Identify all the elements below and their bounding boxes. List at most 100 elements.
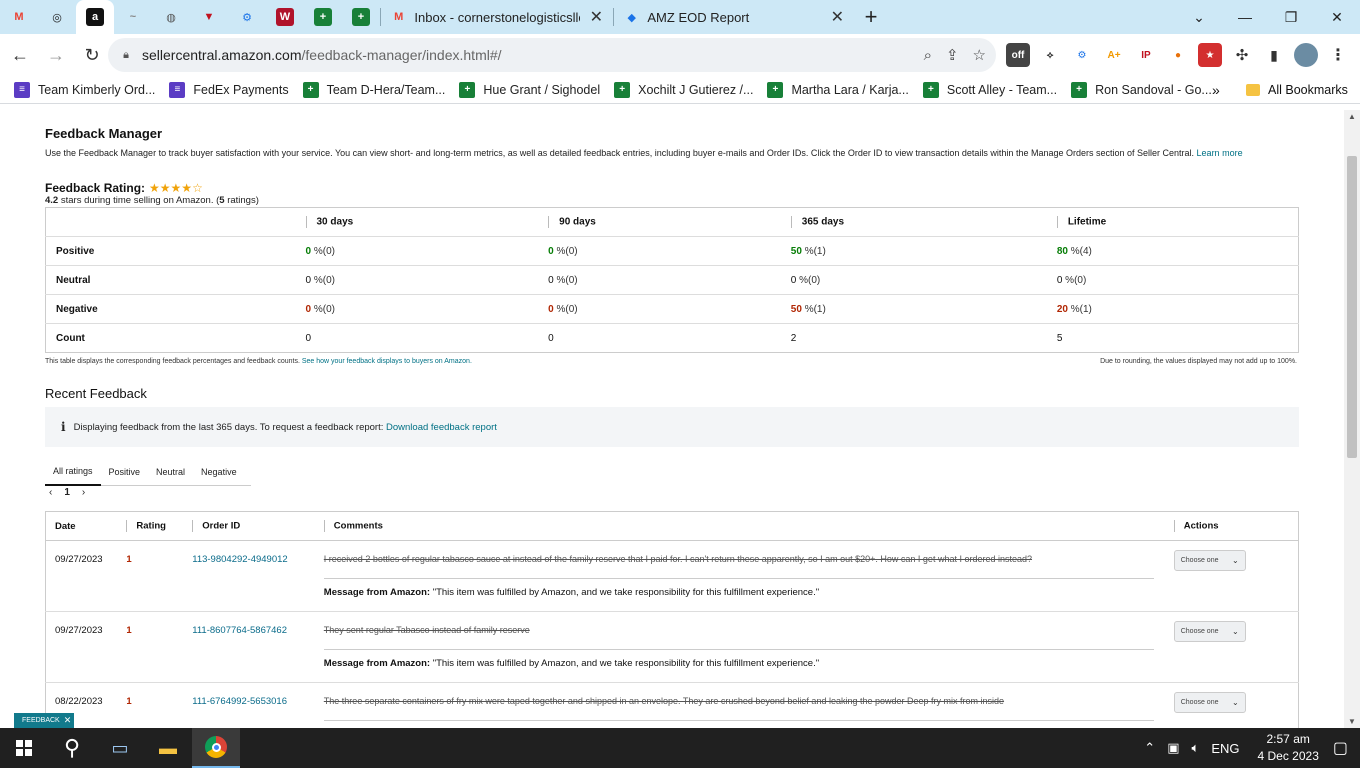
close-tab-icon[interactable]: ✕ bbox=[831, 7, 844, 27]
pinned-tab-chatgpt[interactable]: ◎ bbox=[38, 0, 76, 34]
chevron-up-icon[interactable]: ⌃ bbox=[1144, 740, 1155, 756]
language-indicator[interactable]: ENG bbox=[1211, 741, 1239, 756]
bookmark-item[interactable]: + Hue Grant / Sighodel bbox=[459, 81, 600, 98]
restore-button[interactable]: ❐ bbox=[1268, 0, 1314, 34]
address-bar[interactable]: 🔒︎ sellercentral.amazon.com/feedback-man… bbox=[108, 38, 996, 72]
order-id-link[interactable]: 111-8607764-5867462 bbox=[192, 625, 287, 636]
page-scrollbar[interactable]: ▲ ▼ bbox=[1344, 110, 1360, 728]
feedback-rating-cell: 1 bbox=[117, 540, 184, 612]
reload-icon[interactable]: ↻ bbox=[76, 39, 108, 71]
rating-label: Feedback Rating: bbox=[45, 181, 146, 195]
amazon-message: Message from Amazon: "This item was fulf… bbox=[323, 578, 1154, 598]
filter-tab-neutral[interactable]: Neutral bbox=[148, 458, 193, 486]
learn-more-link[interactable]: Learn more bbox=[1197, 148, 1243, 158]
pinned-tab-signature[interactable]: ~ bbox=[114, 0, 152, 34]
feedback-date: 09/27/2023 bbox=[45, 540, 118, 612]
download-feedback-report-link[interactable]: Download feedback report bbox=[386, 422, 497, 433]
tab-gmail-inbox[interactable]: M Inbox - cornerstonelogisticsllc20 ✕ bbox=[381, 0, 613, 34]
firefox-like-extension-icon[interactable]: ● bbox=[1166, 43, 1190, 67]
scrollbar-thumb[interactable] bbox=[1347, 156, 1357, 458]
zoom-icon[interactable]: ⌕ bbox=[924, 47, 932, 64]
pinned-tab-ww[interactable]: W bbox=[266, 0, 304, 34]
back-arrow-icon[interactable]: ← bbox=[4, 39, 36, 71]
pinned-tab-sheets-2[interactable]: + bbox=[342, 0, 380, 34]
desktop-app-icon[interactable]: ▭ bbox=[96, 728, 144, 768]
side-panel-icon[interactable]: ▮ bbox=[1262, 43, 1286, 67]
feedback-column-header: Comments bbox=[314, 511, 1165, 541]
order-id-cell: 111-8607764-5867462 bbox=[183, 611, 315, 683]
tab-search-icon[interactable]: ⌄ bbox=[1176, 0, 1222, 34]
pinned-tab-triangle[interactable]: ▼ bbox=[190, 0, 228, 34]
order-id-link[interactable]: 111-6764992-5653016 bbox=[192, 696, 287, 707]
pinned-tab-amazon[interactable]: a bbox=[76, 0, 114, 34]
scroll-down-icon[interactable]: ▼ bbox=[1348, 717, 1356, 726]
puzzle-extensions-icon[interactable]: ✣ bbox=[1230, 43, 1254, 67]
order-id-link[interactable]: 113-9804292-4949012 bbox=[192, 554, 287, 565]
pinned-tab-globe[interactable]: ◍ bbox=[152, 0, 190, 34]
bookmark-item[interactable]: + Scott Alley - Team... bbox=[922, 81, 1057, 98]
rating-filter-tabs: All ratings Positive Neutral Negative bbox=[45, 458, 251, 486]
action-select[interactable]: Choose one ⌄ bbox=[1173, 621, 1246, 642]
ip-alert-extension-icon[interactable]: IP bbox=[1134, 43, 1158, 67]
metrics-cell: 0 %(0) bbox=[538, 236, 781, 266]
forward-arrow-icon[interactable]: → bbox=[40, 39, 72, 71]
network-extension-icon[interactable]: ⚙ bbox=[1070, 43, 1094, 67]
metric-unit: % bbox=[313, 274, 323, 286]
bookmark-item[interactable]: + Martha Lara / Karja... bbox=[767, 81, 909, 98]
coupon-extension-icon[interactable]: off bbox=[1006, 43, 1030, 67]
bookmark-item[interactable]: + Xochilt J Gutierez /... bbox=[614, 81, 753, 98]
lock-icon[interactable]: 🔒︎ bbox=[120, 48, 132, 62]
metrics-column-label: 90 days bbox=[559, 216, 596, 228]
tab-strip: M ◎ a ~ ◍ ▼ ⚙ W + + M Inbox - cornerstonelogistic… bbox=[0, 0, 1360, 34]
clock[interactable]: 2:57 am 4 Dec 2023 bbox=[1257, 731, 1318, 765]
pinned-tab-gmail[interactable]: M bbox=[0, 0, 38, 34]
pinned-tab-sheets-1[interactable]: + bbox=[304, 0, 342, 34]
metric-percent: 0 bbox=[305, 303, 312, 315]
bookmark-item[interactable]: + Ron Sandoval - Go... bbox=[1071, 81, 1212, 98]
metric-percent: 0 bbox=[790, 274, 797, 286]
action-select[interactable]: Choose one ⌄ bbox=[1173, 692, 1246, 713]
start-button[interactable] bbox=[0, 728, 48, 768]
bookmark-label: Team Kimberly Ord... bbox=[38, 82, 156, 97]
metric-count: (0) bbox=[322, 245, 335, 257]
next-page-icon[interactable]: › bbox=[82, 487, 85, 498]
filter-tab-all-ratings[interactable]: All ratings bbox=[45, 458, 101, 486]
all-bookmarks-button[interactable]: All Bookmarks bbox=[1246, 76, 1348, 104]
close-window-button[interactable]: ✕ bbox=[1314, 0, 1360, 34]
bookmark-item[interactable]: ≡ FedEx Payments bbox=[169, 81, 289, 98]
file-explorer-icon[interactable]: ▬ bbox=[144, 728, 192, 768]
network-icon[interactable]: ▣ bbox=[1167, 740, 1179, 756]
feedback-badge-close-icon[interactable]: ✕ bbox=[64, 715, 72, 726]
bookmark-star-icon[interactable]: ☆ bbox=[973, 46, 986, 64]
search-icon[interactable]: ⚲ bbox=[48, 728, 96, 768]
filter-tab-positive[interactable]: Positive bbox=[101, 458, 149, 486]
scroll-up-icon[interactable]: ▲ bbox=[1348, 112, 1356, 121]
prev-page-icon[interactable]: ‹ bbox=[49, 487, 52, 498]
chrome-taskbar-icon[interactable] bbox=[192, 728, 240, 768]
current-page[interactable]: 1 bbox=[64, 487, 70, 498]
bookmark-label: FedEx Payments bbox=[193, 82, 289, 97]
pinned-tab-settings[interactable]: ⚙ bbox=[228, 0, 266, 34]
feedback-badge[interactable]: FEEDBACK ✕ bbox=[14, 713, 74, 728]
filter-tab-negative[interactable]: Negative bbox=[193, 458, 245, 486]
new-tab-button[interactable]: + bbox=[854, 0, 888, 34]
feedback-display-link[interactable]: See how your feedback displays to buyers… bbox=[302, 358, 472, 365]
action-select[interactable]: Choose one ⌄ bbox=[1173, 550, 1246, 571]
pagination: ‹ 1 › bbox=[49, 487, 85, 498]
boost-extension-icon[interactable]: A+ bbox=[1102, 43, 1126, 67]
close-tab-icon[interactable]: ✕ bbox=[590, 7, 603, 27]
bookmark-item[interactable]: ≡ Team Kimberly Ord... bbox=[14, 81, 156, 98]
star-extension-icon[interactable]: ★ bbox=[1198, 43, 1222, 67]
actions-cell: Choose one ⌄ bbox=[1164, 682, 1299, 728]
share-icon[interactable]: ⇪ bbox=[946, 46, 959, 64]
profile-avatar[interactable] bbox=[1294, 43, 1318, 67]
bookmark-item[interactable]: + Team D-Hera/Team... bbox=[302, 81, 445, 98]
menu-kebab-icon[interactable]: ⋮ bbox=[1326, 43, 1350, 67]
minimize-button[interactable]: — bbox=[1222, 0, 1268, 34]
tab-amz-eod-report[interactable]: ◆ AMZ EOD Report ✕ bbox=[614, 0, 854, 34]
logo-extension-icon[interactable]: ⟡ bbox=[1038, 43, 1062, 67]
chrome-logo-icon bbox=[205, 736, 227, 758]
volume-icon[interactable]: 🔈︎ bbox=[1192, 740, 1200, 756]
bookmarks-overflow-icon[interactable]: » bbox=[1212, 76, 1220, 104]
notifications-icon[interactable]: ▢ bbox=[1333, 738, 1348, 758]
